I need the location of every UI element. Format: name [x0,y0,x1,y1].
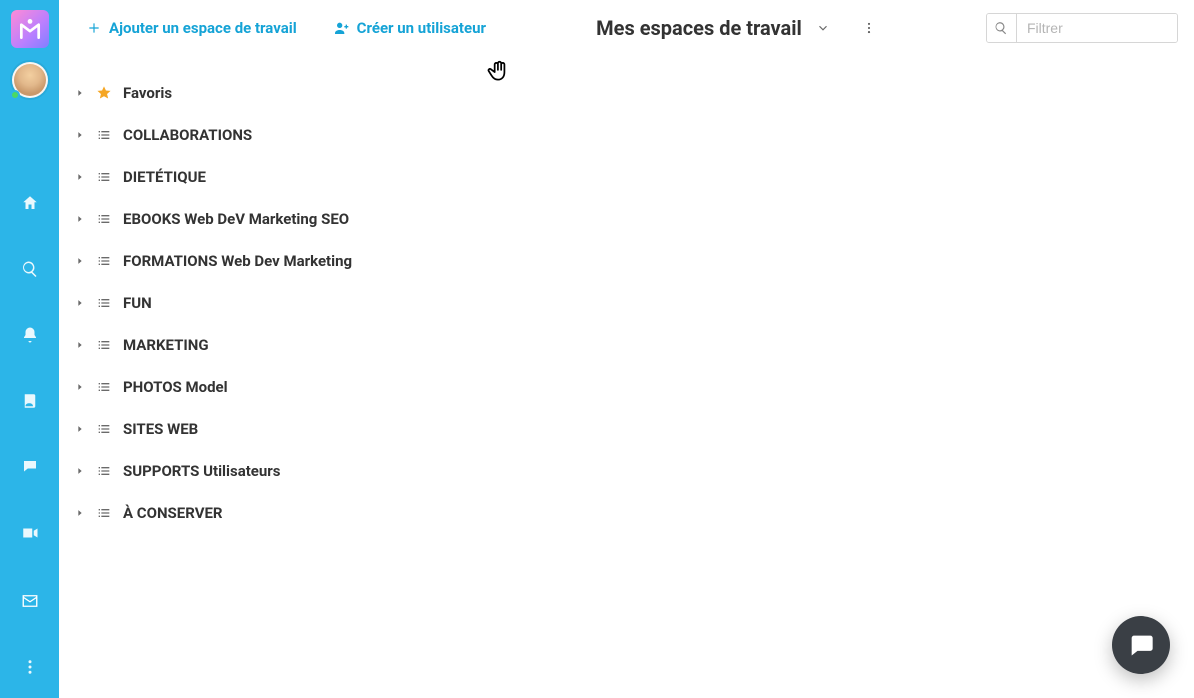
caret-right-icon[interactable] [75,466,85,476]
filter-input[interactable] [1017,14,1177,42]
list-icon [95,169,113,185]
filter-search [986,13,1178,43]
add-workspace-button[interactable]: Ajouter un espace de travail [87,19,297,37]
tree-item[interactable]: Favoris [73,72,1174,114]
tree-item-label: PHOTOS Model [123,378,228,396]
page-title: Mes espaces de travail [596,16,802,40]
tree-item-label: FUN [123,294,152,312]
tree-item-label: SITES WEB [123,420,198,438]
list-icon [95,421,113,437]
caret-right-icon[interactable] [75,214,85,224]
presence-online-indicator [10,90,20,100]
add-workspace-label: Ajouter un espace de travail [109,19,297,37]
tree-item-label: COLLABORATIONS [123,126,252,144]
list-icon [95,211,113,227]
tree-item[interactable]: SUPPORTS Utilisateurs [73,450,1174,492]
caret-right-icon[interactable] [75,298,85,308]
caret-right-icon[interactable] [75,88,85,98]
tree-item[interactable]: À CONSERVER [73,492,1174,534]
list-icon [95,463,113,479]
caret-right-icon[interactable] [75,424,85,434]
star-icon [95,85,113,101]
tree-item-label: FORMATIONS Web Dev Marketing [123,252,352,270]
tree-item[interactable]: FUN [73,282,1174,324]
tree-item-label: DIETÉTIQUE [123,168,206,186]
list-icon [95,379,113,395]
chat-icon[interactable] [19,456,41,478]
user-plus-icon [333,20,349,36]
tree-item-label: SUPPORTS Utilisateurs [123,462,281,480]
topbar: Ajouter un espace de travail Créer un ut… [59,0,1194,56]
bell-icon[interactable] [19,324,41,346]
app-logo[interactable] [11,10,49,48]
help-chat-button[interactable] [1112,616,1170,674]
list-icon [95,505,113,521]
search-icon[interactable] [19,258,41,280]
home-icon[interactable] [19,192,41,214]
more-vertical-icon[interactable] [862,21,876,35]
sidebar-bottom [19,590,41,698]
sidebar [0,0,59,698]
contacts-icon[interactable] [19,390,41,412]
caret-right-icon[interactable] [75,256,85,266]
chevron-down-icon[interactable] [816,21,830,35]
video-icon[interactable] [19,522,41,544]
create-user-label: Créer un utilisateur [357,19,486,37]
list-icon [95,337,113,353]
tree-item[interactable]: PHOTOS Model [73,366,1174,408]
caret-right-icon[interactable] [75,340,85,350]
tree-item-label: EBOOKS Web DeV Marketing SEO [123,210,349,228]
caret-right-icon[interactable] [75,508,85,518]
tree-item[interactable]: MARKETING [73,324,1174,366]
tree-item-label: À CONSERVER [123,504,223,522]
tree-item[interactable]: COLLABORATIONS [73,114,1174,156]
plus-icon [87,21,101,35]
tree-item[interactable]: EBOOKS Web DeV Marketing SEO [73,198,1174,240]
caret-right-icon[interactable] [75,172,85,182]
caret-right-icon[interactable] [75,130,85,140]
mail-icon[interactable] [19,590,41,612]
sidebar-nav [19,192,41,544]
user-avatar[interactable] [12,62,48,98]
more-vertical-icon[interactable] [19,656,41,678]
tree-item[interactable]: DIETÉTIQUE [73,156,1174,198]
tree-item-label: MARKETING [123,336,209,354]
create-user-button[interactable]: Créer un utilisateur [333,19,486,37]
page-title-group: Mes espaces de travail [596,16,876,40]
caret-right-icon[interactable] [75,382,85,392]
list-icon [95,253,113,269]
tree-item[interactable]: FORMATIONS Web Dev Marketing [73,240,1174,282]
list-icon [95,127,113,143]
workspace-tree: Favoris COLLABORATIONS DIETÉTIQUE EBOOKS We… [59,56,1194,554]
list-icon [95,295,113,311]
tree-item[interactable]: SITES WEB [73,408,1174,450]
search-icon[interactable] [987,14,1017,42]
tree-item-label: Favoris [123,84,172,102]
chat-bubble-icon [1127,631,1155,659]
